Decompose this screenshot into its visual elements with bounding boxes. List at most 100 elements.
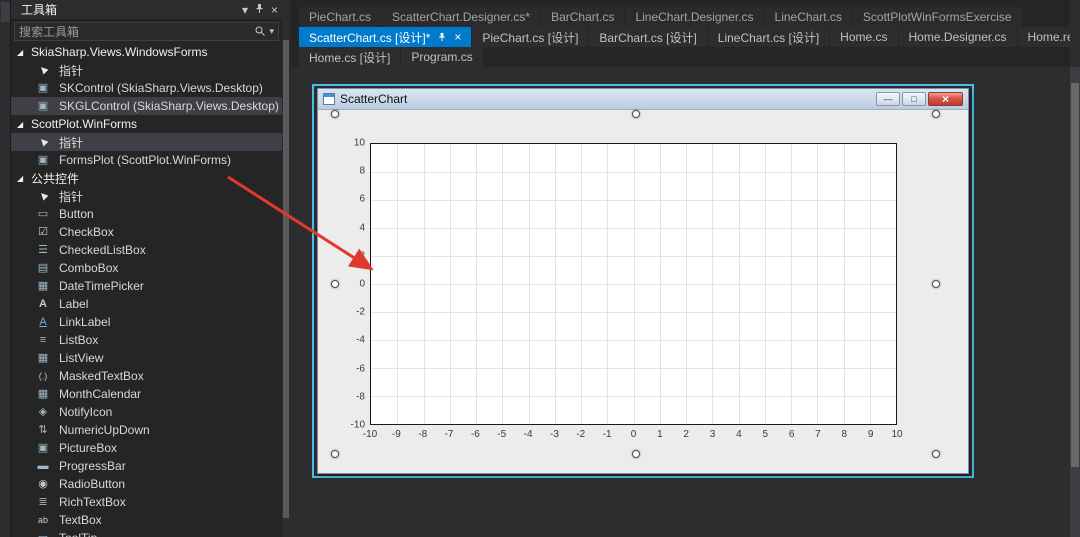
resize-handle-mr[interactable] bbox=[932, 280, 940, 288]
toolbox-item[interactable]: ▶指针 bbox=[11, 61, 282, 79]
close-icon[interactable]: × bbox=[271, 4, 278, 16]
toolbox-item[interactable]: ▦ListView bbox=[11, 349, 282, 367]
x-tick-label: 0 bbox=[631, 429, 637, 440]
x-tick-label: 10 bbox=[891, 429, 902, 440]
toolbox-item-label: SKGLControl (SkiaSharp.Views.Desktop) bbox=[59, 99, 279, 113]
search-input[interactable] bbox=[19, 25, 254, 39]
tab[interactable]: LineChart.Designer.cs bbox=[625, 7, 763, 27]
toolbox-item-label: CheckBox bbox=[59, 225, 114, 239]
y-tick-label: -6 bbox=[335, 363, 365, 374]
gridline-horizontal bbox=[371, 312, 896, 313]
x-tick-label: 1 bbox=[657, 429, 663, 440]
pin-icon[interactable] bbox=[437, 32, 447, 42]
toolbox-item[interactable]: ▣SKControl (SkiaSharp.Views.Desktop) bbox=[11, 79, 282, 97]
y-tick-label: 10 bbox=[335, 138, 365, 149]
close-button[interactable]: × bbox=[928, 92, 963, 106]
toolbox-item[interactable]: ≣RichTextBox bbox=[11, 493, 282, 511]
tab[interactable]: Home.re bbox=[1018, 27, 1070, 47]
tab[interactable]: ScatterChart.Designer.cs* bbox=[382, 7, 540, 27]
toolbox-item[interactable]: ▶指针 bbox=[11, 133, 282, 151]
form-titlebar[interactable]: ScatterChart — □ × bbox=[318, 89, 968, 110]
tab-label: PieChart.cs bbox=[309, 10, 371, 24]
chevron-down-icon[interactable]: ▾ bbox=[242, 4, 248, 16]
x-tick-label: 7 bbox=[815, 429, 821, 440]
toolbox-item[interactable]: ▣SKGLControl (SkiaSharp.Views.Desktop) bbox=[11, 97, 282, 115]
toolbox-item[interactable]: ◉RadioButton bbox=[11, 475, 282, 493]
tab[interactable]: BarChart.cs bbox=[541, 7, 624, 27]
toolbox-group-label: SkiaSharp.Views.WindowsForms bbox=[31, 45, 208, 59]
notifyicon-icon: ◈ bbox=[35, 404, 51, 420]
maximize-button[interactable]: □ bbox=[902, 92, 926, 106]
tab[interactable]: Program.cs bbox=[401, 47, 482, 67]
x-tick-label: -5 bbox=[497, 429, 506, 440]
resize-handle-ml[interactable] bbox=[331, 280, 339, 288]
search-options-chevron-icon[interactable]: ▾ bbox=[269, 26, 274, 37]
toolbox-item[interactable]: ⇅NumericUpDown bbox=[11, 421, 282, 439]
resize-handle-bm[interactable] bbox=[632, 450, 640, 458]
tab[interactable]: BarChart.cs [设计] bbox=[589, 27, 706, 47]
x-tick-label: -10 bbox=[363, 429, 377, 440]
toolbox-item[interactable]: ▦DateTimePicker bbox=[11, 277, 282, 295]
minimize-button[interactable]: — bbox=[876, 92, 900, 106]
tab[interactable]: PieChart.cs bbox=[299, 7, 381, 27]
resize-handle-tl[interactable] bbox=[331, 110, 339, 118]
y-tick-label: -10 bbox=[335, 420, 365, 431]
toolbox-item[interactable]: ▭ToolTip bbox=[11, 529, 282, 537]
pin-icon[interactable] bbox=[254, 3, 265, 16]
y-tick-label: 4 bbox=[335, 222, 365, 233]
richtextbox-icon: ≣ bbox=[35, 494, 51, 510]
toolbox-scrollbar[interactable] bbox=[282, 0, 290, 537]
toolbox-item[interactable]: ▣FormsPlot (ScottPlot.WinForms) bbox=[11, 151, 282, 169]
resize-handle-tm[interactable] bbox=[632, 110, 640, 118]
toolbox-item[interactable]: ▣PictureBox bbox=[11, 439, 282, 457]
toolbox-item[interactable]: ☰CheckedListBox bbox=[11, 241, 282, 259]
toolbox-item[interactable]: ▭Button bbox=[11, 205, 282, 223]
toolbox-item[interactable]: ▦MonthCalendar bbox=[11, 385, 282, 403]
tab[interactable]: Home.cs bbox=[830, 27, 897, 47]
x-tick-label: 5 bbox=[762, 429, 768, 440]
toolbox-group-label: 公共控件 bbox=[31, 170, 79, 187]
toolbox-group-header[interactable]: ◢公共控件 bbox=[11, 169, 282, 187]
x-tick-label: 6 bbox=[789, 429, 795, 440]
expander-icon: ◢ bbox=[17, 48, 28, 57]
toolbox-item[interactable]: ALinkLabel bbox=[11, 313, 282, 331]
toolbox-item[interactable]: ≡ListBox bbox=[11, 331, 282, 349]
editor-scrollbar[interactable] bbox=[1070, 67, 1080, 537]
tab[interactable]: ScottPlotWinFormsExercise bbox=[853, 7, 1022, 27]
formsplot-control[interactable]: 1086420-2-4-6-8-10 -10-9-8-7-6-5-4-3-2-1… bbox=[335, 114, 936, 454]
toolbox-group-header[interactable]: ◢ScottPlot.WinForms bbox=[11, 115, 282, 133]
x-tick-label: -3 bbox=[550, 429, 559, 440]
resize-handle-tr[interactable] bbox=[932, 110, 940, 118]
gridline-horizontal bbox=[371, 200, 896, 201]
y-tick-label: -2 bbox=[335, 307, 365, 318]
tab[interactable]: ScatterChart.cs [设计]*× bbox=[299, 27, 471, 47]
toolbox-item[interactable]: (.)MaskedTextBox bbox=[11, 367, 282, 385]
tab-label: LineChart.Designer.cs bbox=[635, 10, 753, 24]
tab[interactable]: PieChart.cs [设计] bbox=[472, 27, 588, 47]
toolbox-scrollbar-thumb[interactable] bbox=[283, 40, 289, 518]
tab-label: Home.cs bbox=[840, 30, 887, 44]
tab-row-1: PieChart.cs ScatterChart.Designer.cs*BarC… bbox=[290, 7, 1070, 27]
toolbox-item-label: ProgressBar bbox=[59, 459, 126, 473]
toolbox-item[interactable]: ◈NotifyIcon bbox=[11, 403, 282, 421]
listbox-icon: ≡ bbox=[35, 332, 51, 348]
close-icon[interactable]: × bbox=[454, 30, 461, 44]
resize-handle-br[interactable] bbox=[932, 450, 940, 458]
toolbox-item[interactable]: ▶指针 bbox=[11, 187, 282, 205]
pointer-icon: ▶ bbox=[32, 131, 55, 154]
x-tick-label: -1 bbox=[603, 429, 612, 440]
toolbox-item[interactable]: ALabel bbox=[11, 295, 282, 313]
toolbox-item[interactable]: ▤ComboBox bbox=[11, 259, 282, 277]
toolbox-group-header[interactable]: ◢SkiaSharp.Views.WindowsForms bbox=[11, 43, 282, 61]
collapsed-panel-icon[interactable] bbox=[1, 2, 10, 22]
toolbox-item[interactable]: ☑CheckBox bbox=[11, 223, 282, 241]
tab[interactable]: Home.Designer.cs bbox=[899, 27, 1017, 47]
tab[interactable]: LineChart.cs bbox=[765, 7, 852, 27]
toolbox-item[interactable]: abTextBox bbox=[11, 511, 282, 529]
editor-scrollbar-thumb[interactable] bbox=[1071, 83, 1079, 467]
tab[interactable]: Home.cs [设计] bbox=[299, 47, 400, 67]
resize-handle-bl[interactable] bbox=[331, 450, 339, 458]
tab[interactable]: LineChart.cs [设计] bbox=[708, 27, 829, 47]
toolbox-item[interactable]: ▬ProgressBar bbox=[11, 457, 282, 475]
search-icon[interactable] bbox=[254, 25, 266, 39]
